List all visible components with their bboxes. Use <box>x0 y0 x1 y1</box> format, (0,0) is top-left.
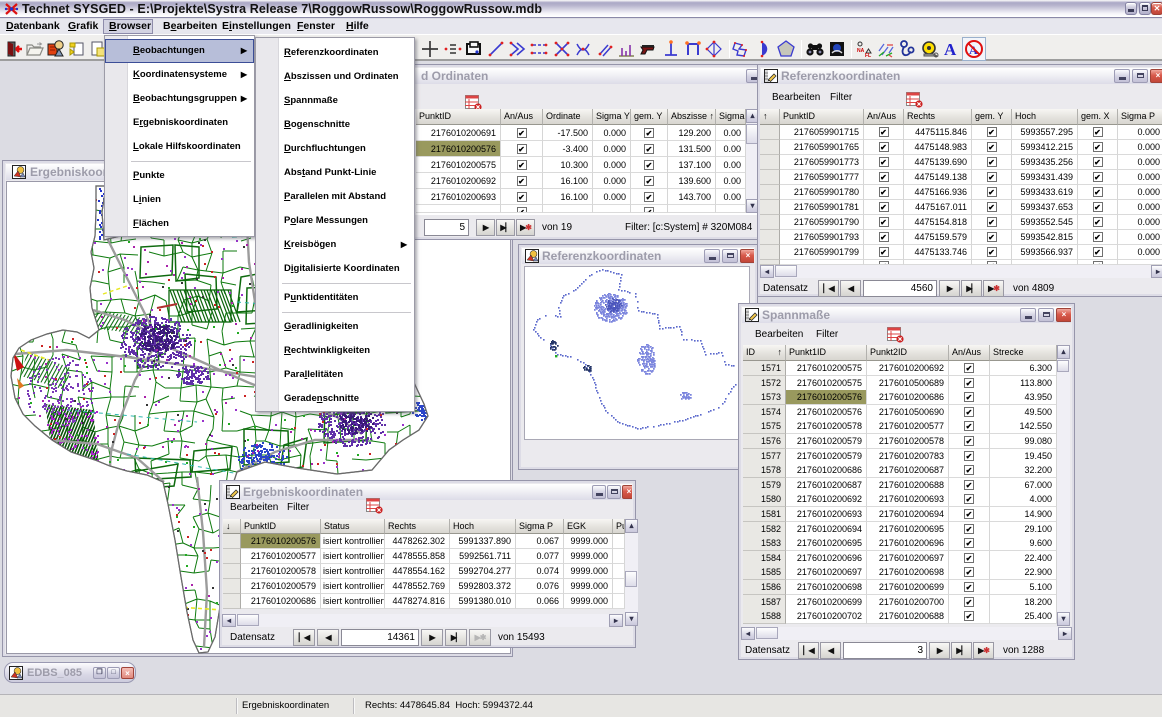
svg-text:NA: NA <box>857 48 865 54</box>
svg-text:FL: FL <box>865 53 871 59</box>
svg-text:A: A <box>944 40 957 59</box>
